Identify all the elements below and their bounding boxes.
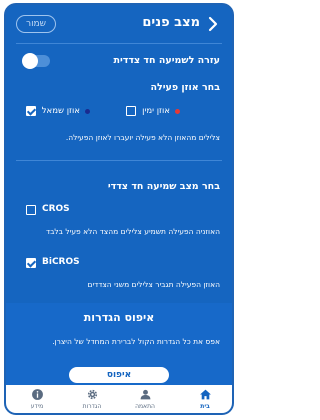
nav-item-home[interactable]: בית bbox=[180, 388, 230, 413]
right-ear-dot-icon bbox=[175, 109, 180, 114]
page-title: מצב פנים bbox=[142, 15, 200, 30]
home-icon bbox=[199, 389, 211, 400]
save-button[interactable]: שמור bbox=[16, 15, 56, 33]
single-sided-toggle[interactable] bbox=[22, 53, 50, 69]
toggle-knob bbox=[22, 53, 38, 69]
active-ear-description: צלילים מהאוזן הלא פעילה יועברו לאוזן הפע… bbox=[65, 133, 220, 142]
chevron-right-icon[interactable] bbox=[204, 15, 222, 33]
info-icon bbox=[31, 389, 43, 400]
nav-item-settings[interactable]: הגדרות bbox=[67, 388, 117, 413]
nav-label-settings: הגדרות bbox=[82, 403, 102, 410]
left-ear-dot-icon bbox=[85, 109, 90, 114]
nav-item-fitting[interactable]: התאמה bbox=[120, 388, 170, 413]
bicros-description: האוזן הפעילה תגביר צלילים משני הצדדים bbox=[87, 280, 221, 289]
reset-section: איפוס הגדרות אפס את כל הגדרות הקול לבריר… bbox=[6, 303, 232, 385]
app-frame: מצב פנים שמור עזרה לשמיעה חד צדדית בחר א… bbox=[4, 3, 234, 415]
cros-label[interactable]: CROS bbox=[42, 204, 70, 214]
cros-description: האוזניה הפעילה תשמיע צלילים מהצד הלא פעי… bbox=[45, 227, 220, 236]
single-sided-label: עזרה לשמיעה חד צדדית bbox=[113, 55, 220, 66]
left-ear-checkbox[interactable] bbox=[26, 106, 36, 116]
nav-item-info[interactable]: מידע bbox=[12, 388, 62, 413]
nav-label-fitting: התאמה bbox=[135, 403, 155, 410]
active-ear-heading: בחר אוזן פעילה bbox=[150, 82, 220, 93]
header: מצב פנים שמור bbox=[6, 5, 232, 43]
reset-title: איפוס הגדרות bbox=[83, 311, 155, 324]
nav-label-home: בית bbox=[200, 403, 210, 410]
right-ear-checkbox[interactable] bbox=[126, 106, 136, 116]
nav-label-info: מידע bbox=[30, 403, 44, 410]
mode-heading: בחר מצב שמיעה חד צדדי bbox=[107, 181, 220, 192]
left-ear-label: אוזן שמאל bbox=[41, 106, 80, 116]
bicros-checkbox[interactable] bbox=[26, 258, 36, 268]
header-divider bbox=[16, 43, 222, 44]
person-icon bbox=[140, 389, 150, 400]
section-divider bbox=[16, 160, 222, 161]
bottom-nav: בית התאמה הגדרות מידע bbox=[6, 385, 232, 413]
right-ear-label: אוזן ימין bbox=[142, 106, 170, 116]
cros-checkbox[interactable] bbox=[26, 205, 36, 215]
gear-icon bbox=[87, 389, 97, 400]
reset-button[interactable]: איפוס bbox=[69, 367, 169, 383]
bicros-label[interactable]: BiCROS bbox=[42, 257, 80, 267]
reset-description: אפס את כל הגדרות הקול לברירת המחדל של הי… bbox=[52, 337, 220, 346]
